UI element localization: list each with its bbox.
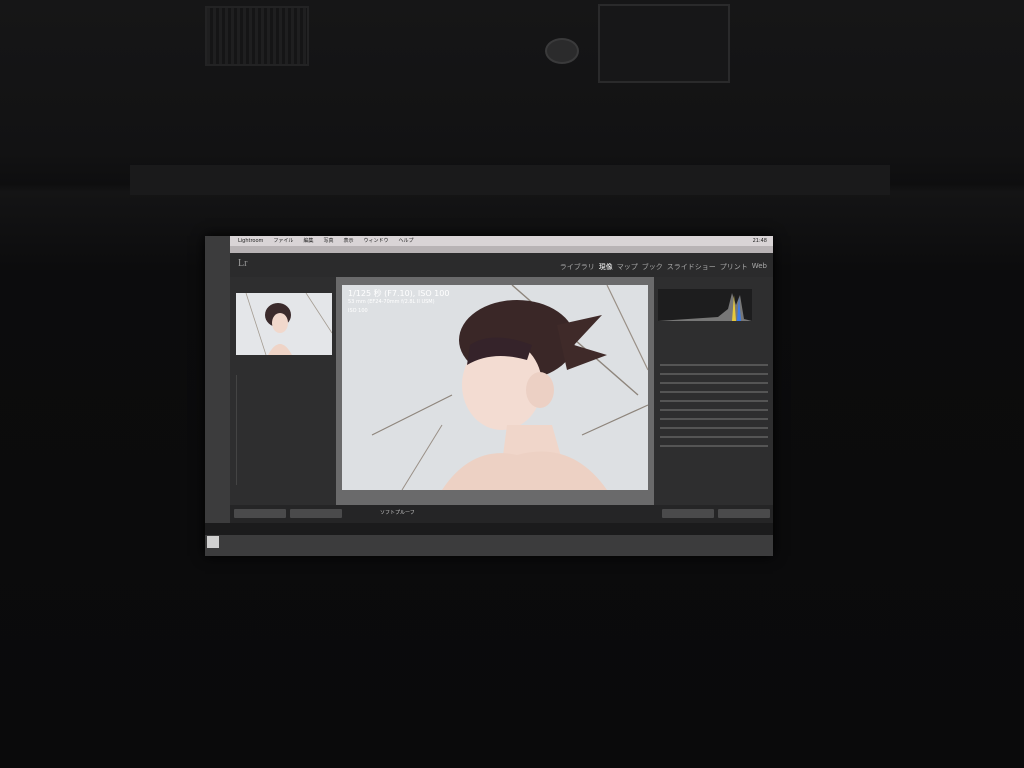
menu-help[interactable]: ヘルプ (399, 236, 414, 246)
collections-list (236, 375, 332, 485)
previous-button[interactable] (662, 509, 714, 518)
module-book[interactable]: ブック (642, 262, 663, 272)
filmstrip-thumb[interactable] (207, 536, 219, 548)
slider-blacks[interactable] (660, 427, 768, 429)
slider-contrast[interactable] (660, 391, 768, 393)
lr-top-panel: Lr ライブラリ 現像 マップ ブック スライドショー プリント Web (230, 253, 773, 277)
menu-file[interactable]: ファイル (273, 236, 293, 246)
module-map[interactable]: マップ (617, 262, 638, 272)
photo-exposure-info: 1/125 秒 (F7.10), ISO 100 (348, 289, 450, 298)
menu-window[interactable]: ウィンドウ (363, 236, 388, 246)
ceiling-vent (205, 6, 309, 66)
reset-button[interactable] (718, 509, 770, 518)
basic-panel-sliders (660, 357, 768, 454)
mac-menubar: Lightroom ファイル 編集 写真 表示 ウィンドウ ヘルプ 21:48 (230, 236, 773, 246)
menu-view[interactable]: 表示 (343, 236, 353, 246)
photo-lens-info: 53 mm (EF24-70mm f/2.8L II USM) (348, 299, 435, 305)
slider-whites[interactable] (660, 418, 768, 420)
ceiling-beam (130, 165, 890, 195)
slider-exposure[interactable] (660, 382, 768, 384)
slider-tint[interactable] (660, 373, 768, 375)
slider-clarity[interactable] (660, 436, 768, 438)
module-web[interactable]: Web (752, 262, 767, 272)
filmstrip-bar (205, 523, 773, 535)
slider-temp[interactable] (660, 364, 768, 366)
module-slideshow[interactable]: スライドショー (667, 262, 716, 272)
ceiling-light (545, 38, 579, 64)
module-develop[interactable]: 現像 (599, 262, 613, 272)
module-picker: ライブラリ 現像 マップ ブック スライドショー プリント Web (560, 262, 767, 272)
photo-info-overlay: 1/125 秒 (F7.10), ISO 100 53 mm (EF24-70m… (348, 289, 449, 316)
slider-highlights[interactable] (660, 400, 768, 402)
menu-photo[interactable]: 写真 (323, 236, 333, 246)
paste-button[interactable] (290, 509, 342, 518)
main-photo[interactable]: 1/125 秒 (F7.10), ISO 100 53 mm (EF24-70m… (342, 285, 648, 490)
window-titlebar (230, 246, 773, 253)
slider-shadows[interactable] (660, 409, 768, 411)
develop-loupe: 1/125 秒 (F7.10), ISO 100 53 mm (EF24-70m… (336, 277, 654, 505)
navigator-photo-thumb (236, 292, 333, 356)
menu-app-name[interactable]: Lightroom (238, 236, 263, 246)
copy-button[interactable] (234, 509, 286, 518)
slider-vibrance[interactable] (660, 445, 768, 447)
module-print[interactable]: プリント (720, 262, 748, 272)
photo-iso-info: ISO 100 (348, 308, 368, 314)
menubar-clock: 21:48 (752, 238, 767, 244)
histogram (658, 289, 752, 321)
lr-logo: Lr (238, 258, 248, 269)
projected-screen: Lightroom ファイル 編集 写真 表示 ウィンドウ ヘルプ 21:48 … (205, 236, 773, 556)
right-panel (654, 277, 773, 505)
softproof-label[interactable]: ソフトプルーフ (380, 509, 415, 516)
ceiling-hatch (598, 4, 730, 83)
module-library[interactable]: ライブラリ (560, 262, 595, 272)
navigator-thumbnail[interactable] (236, 292, 333, 356)
left-panel (230, 277, 336, 505)
lr-toolbar: ソフトプルーフ (230, 505, 773, 523)
menu-edit[interactable]: 編集 (303, 236, 313, 246)
histogram-graph (658, 289, 752, 321)
